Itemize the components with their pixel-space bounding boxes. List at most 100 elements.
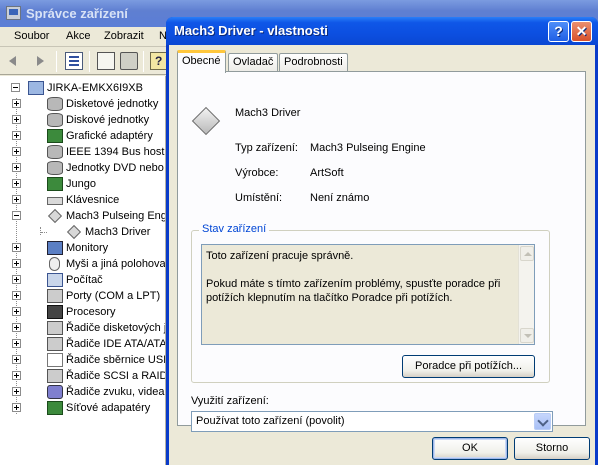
expand-icon[interactable] [12, 195, 21, 204]
toolbar-separator [89, 51, 90, 72]
properties-dialog: Mach3 Driver - vlastnosti ? ✕ Obecné Ovl… [166, 17, 598, 465]
cancel-button[interactable]: Storno [514, 437, 590, 460]
expand-icon[interactable] [12, 339, 21, 348]
ok-button[interactable]: OK [432, 437, 508, 460]
troubleshoot-button[interactable]: Poradce při potížích... [402, 355, 535, 378]
tree-connector-line [16, 98, 17, 414]
expand-icon[interactable] [12, 323, 21, 332]
expand-icon[interactable] [12, 147, 21, 156]
toolbar-separator [143, 51, 144, 72]
chevron-down-icon[interactable] [534, 413, 551, 430]
menu-zobrazit[interactable]: Zobrazit [104, 30, 144, 42]
expand-icon[interactable] [12, 307, 21, 316]
expand-icon[interactable] [12, 163, 21, 172]
device-tree[interactable]: JIRKA-EMKX6I9XB Disketové jednotky Disko… [0, 76, 166, 465]
dialog-titlebar[interactable]: Mach3 Driver - vlastnosti ? ✕ [166, 17, 598, 45]
help-button[interactable]: ? [548, 21, 569, 42]
scsi-controller-icon [47, 369, 63, 383]
forward-arrow-icon[interactable] [31, 52, 49, 70]
tree-item-label: Řadiče disketových je [66, 322, 166, 334]
manufacturer-value: ArtSoft [310, 167, 344, 179]
network-adapter-icon [47, 401, 63, 415]
device-type-value: Mach3 Pulseing Engine [310, 142, 426, 154]
tree-item-label: Síťové adapatéry [66, 402, 151, 414]
tab-details[interactable]: Podrobnosti [279, 53, 348, 72]
tree-item-label: IEEE 1394 Bus host c [66, 146, 166, 158]
expand-icon[interactable] [12, 291, 21, 300]
device-status-text: Toto zařízení pracuje správně. Pokud mát… [206, 250, 501, 304]
tree-item-label: Jungo [66, 178, 96, 190]
ieee1394-icon [47, 145, 63, 159]
device-type-label: Typ zařízení: [235, 142, 298, 154]
computer-small-icon [47, 273, 63, 287]
display-adapter-icon [47, 129, 63, 143]
manufacturer-label: Výrobce: [235, 167, 279, 179]
tree-item-label: Řadiče sběrnice USB [66, 354, 166, 366]
processor-icon [47, 305, 63, 319]
tree-item-label: Řadiče IDE ATA/ATAP [66, 338, 166, 350]
tree-item-label: Řadiče SCSI a RAID [66, 370, 166, 382]
mouse-icon [49, 257, 60, 271]
location-label: Umístění: [235, 192, 283, 204]
device-usage-label: Využití zařízení: [191, 395, 269, 407]
expand-icon[interactable] [12, 131, 21, 140]
device-manager-app-icon [6, 6, 21, 20]
device-usage-select[interactable]: Používat toto zařízení (povolit) [191, 411, 553, 432]
floppy-controller-icon [47, 321, 63, 335]
menu-akce[interactable]: Akce [66, 30, 90, 42]
expand-icon[interactable] [12, 371, 21, 380]
printer-icon[interactable] [120, 52, 138, 70]
close-button[interactable]: ✕ [571, 21, 592, 42]
tree-item-label: JIRKA-EMKX6I9XB [47, 82, 143, 94]
tree-item-label: Diskové jednotky [66, 114, 150, 126]
dialog-title: Mach3 Driver - vlastnosti [174, 23, 328, 38]
sound-icon [47, 385, 63, 399]
expand-icon[interactable] [12, 403, 21, 412]
collapse-icon[interactable] [12, 211, 21, 220]
menu-soubor[interactable]: Soubor [14, 30, 49, 42]
location-value: Není známo [310, 192, 370, 204]
tree-item-label: Klávesnice [66, 194, 120, 206]
device-manager-title: Správce zařízení [26, 6, 128, 21]
expand-icon[interactable] [12, 179, 21, 188]
monitor-icon [47, 241, 63, 255]
tree-item-label: Monitory [66, 242, 109, 254]
properties-icon[interactable] [97, 52, 115, 70]
expand-icon[interactable] [12, 99, 21, 108]
mach3-diamond-icon [66, 224, 82, 240]
toolbar-separator [56, 51, 57, 72]
status-scrollbar[interactable] [518, 245, 534, 344]
tree-item-label: Počítač [66, 274, 103, 286]
ide-controller-icon [47, 337, 63, 351]
device-usage-value: Používat toto zařízení (povolit) [196, 415, 345, 427]
tab-driver[interactable]: Ovladač [228, 53, 279, 72]
scroll-up-icon[interactable] [520, 246, 534, 261]
show-hide-tree-icon[interactable] [65, 52, 83, 70]
hard-disk-icon [47, 113, 63, 127]
device-status-box: Toto zařízení pracuje správně. Pokud mát… [201, 244, 535, 345]
computer-icon [28, 81, 44, 95]
expand-icon[interactable] [12, 115, 21, 124]
back-arrow-icon[interactable] [8, 52, 26, 70]
scroll-down-icon[interactable] [520, 328, 534, 343]
device-name: Mach3 Driver [235, 107, 301, 119]
jungo-card-icon [47, 177, 63, 191]
tree-item-label: Grafické adaptéry [66, 130, 153, 142]
collapse-icon[interactable] [11, 83, 20, 92]
dvd-drive-icon [47, 161, 63, 175]
floppy-drive-icon [47, 97, 63, 111]
expand-icon[interactable] [12, 259, 21, 268]
tree-connector-line [41, 232, 47, 233]
tree-item-label: Porty (COM a LPT) [66, 290, 161, 302]
expand-icon[interactable] [12, 243, 21, 252]
tab-general[interactable]: Obecné [177, 50, 226, 73]
usb-icon [47, 353, 63, 367]
tree-item-label: Jednotky DVD nebo C [66, 162, 166, 174]
tree-item-label: Disketové jednotky [66, 98, 159, 110]
tree-item-label: Myši a jiná polohovac [66, 258, 166, 270]
device-status-legend: Stav zařízení [199, 223, 270, 235]
tree-item-label: Mach3 Driver [85, 226, 151, 238]
expand-icon[interactable] [12, 355, 21, 364]
expand-icon[interactable] [12, 275, 21, 284]
expand-icon[interactable] [12, 387, 21, 396]
